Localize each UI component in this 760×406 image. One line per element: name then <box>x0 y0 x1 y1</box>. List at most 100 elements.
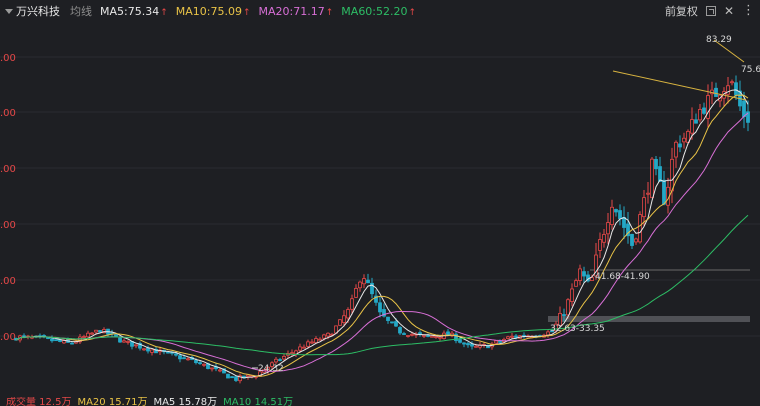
candle <box>354 284 358 299</box>
dropdown-icon[interactable] <box>5 8 13 14</box>
candle-body <box>54 339 58 342</box>
kline-chart[interactable]: .00 .00 .00 .00 .00 .00 83.29 75.66 24.32 41.68-… <box>0 22 760 398</box>
candle <box>694 113 698 124</box>
candle <box>274 356 278 364</box>
candle-body <box>662 179 666 205</box>
candle-body <box>150 349 154 353</box>
candle <box>638 211 642 244</box>
up-arrow-icon: ↑ <box>408 7 417 18</box>
volume-ma20: MA20 15.71万 <box>77 397 148 406</box>
candle <box>618 204 622 226</box>
candle-body <box>70 342 74 345</box>
candle <box>122 338 126 343</box>
candle-body <box>634 238 638 243</box>
ma60-label: MA60:52.20↑ <box>341 4 417 18</box>
candle <box>630 233 634 250</box>
candle-body <box>282 355 286 360</box>
candle-body <box>22 335 26 338</box>
candle-body <box>278 359 282 361</box>
stock-name[interactable]: 万兴科技 <box>16 3 60 19</box>
candle-body <box>702 107 706 114</box>
up-arrow-icon: ↑ <box>325 7 334 18</box>
candle <box>370 277 374 299</box>
candle-body <box>406 335 410 337</box>
expand-icon[interactable] <box>705 6 716 16</box>
volume-ma5: MA5 15.78万 <box>153 397 218 406</box>
candle-body <box>698 108 702 121</box>
candle-body <box>98 330 102 333</box>
candle <box>202 363 206 367</box>
candle-body <box>494 340 498 344</box>
candle <box>578 264 582 286</box>
close-icon[interactable]: ✕ <box>724 5 734 17</box>
candle <box>602 229 606 248</box>
candle <box>598 232 602 259</box>
candle-body <box>394 321 398 327</box>
y-tick-label: .00 <box>0 332 16 343</box>
candle <box>702 102 706 115</box>
candle-body <box>346 309 350 319</box>
candle-body <box>566 299 570 316</box>
candle-body <box>338 319 342 326</box>
candle <box>54 339 58 342</box>
candle-body <box>402 333 406 335</box>
candle-body <box>306 341 310 347</box>
candle-body <box>90 332 94 335</box>
candle <box>362 274 366 289</box>
candle <box>438 336 442 341</box>
candle <box>358 280 362 292</box>
candle-body <box>342 315 346 323</box>
indicator-mode[interactable]: 均线 <box>70 3 92 19</box>
up-arrow-icon: ↑ <box>242 7 251 18</box>
candle <box>650 156 654 199</box>
candle <box>402 331 406 335</box>
candle-body <box>430 335 434 338</box>
candle <box>50 335 54 343</box>
high-price-label: 83.29 <box>706 35 732 45</box>
support-label-1: 41.68-41.90 <box>595 272 650 282</box>
candle-body <box>466 343 470 346</box>
candle <box>302 344 306 349</box>
candle-body <box>514 335 518 338</box>
candle <box>654 156 658 176</box>
candle-body <box>610 206 614 225</box>
candle-body <box>694 119 698 124</box>
candle <box>614 208 618 217</box>
candle-body <box>462 342 466 345</box>
candle <box>70 341 74 345</box>
candle-body <box>186 358 190 361</box>
candle-body <box>358 281 362 289</box>
candle-body <box>590 277 594 281</box>
candle <box>662 171 666 206</box>
candle <box>726 76 730 104</box>
candle <box>162 349 166 355</box>
trend-line <box>612 70 747 101</box>
candle-body <box>202 363 206 366</box>
candle-body <box>82 336 86 338</box>
candle <box>642 189 646 226</box>
candle <box>422 334 426 339</box>
candle-body <box>642 197 646 218</box>
support-label-2: 32.63-33.35 <box>550 324 605 334</box>
candle-body <box>354 288 358 298</box>
candle-body <box>390 321 394 324</box>
candle-body <box>274 358 278 363</box>
candle <box>746 100 750 132</box>
candle-body <box>350 298 354 310</box>
candle-body <box>298 346 302 351</box>
candle <box>626 211 630 244</box>
candle <box>234 375 238 383</box>
candle-body <box>326 332 330 337</box>
more-icon[interactable]: ⋮ <box>742 4 755 17</box>
adjust-dropdown[interactable]: 前复权 <box>665 3 698 19</box>
candle-body <box>50 338 54 342</box>
ma20-label: MA20:71.17↑ <box>258 4 334 18</box>
candle-body <box>734 82 738 96</box>
candle-body <box>210 367 214 370</box>
candle <box>678 135 682 153</box>
candle-body <box>690 119 694 134</box>
candle-body <box>234 376 238 381</box>
candle-body <box>114 334 118 338</box>
candle-body <box>674 141 678 158</box>
candle <box>670 147 674 204</box>
